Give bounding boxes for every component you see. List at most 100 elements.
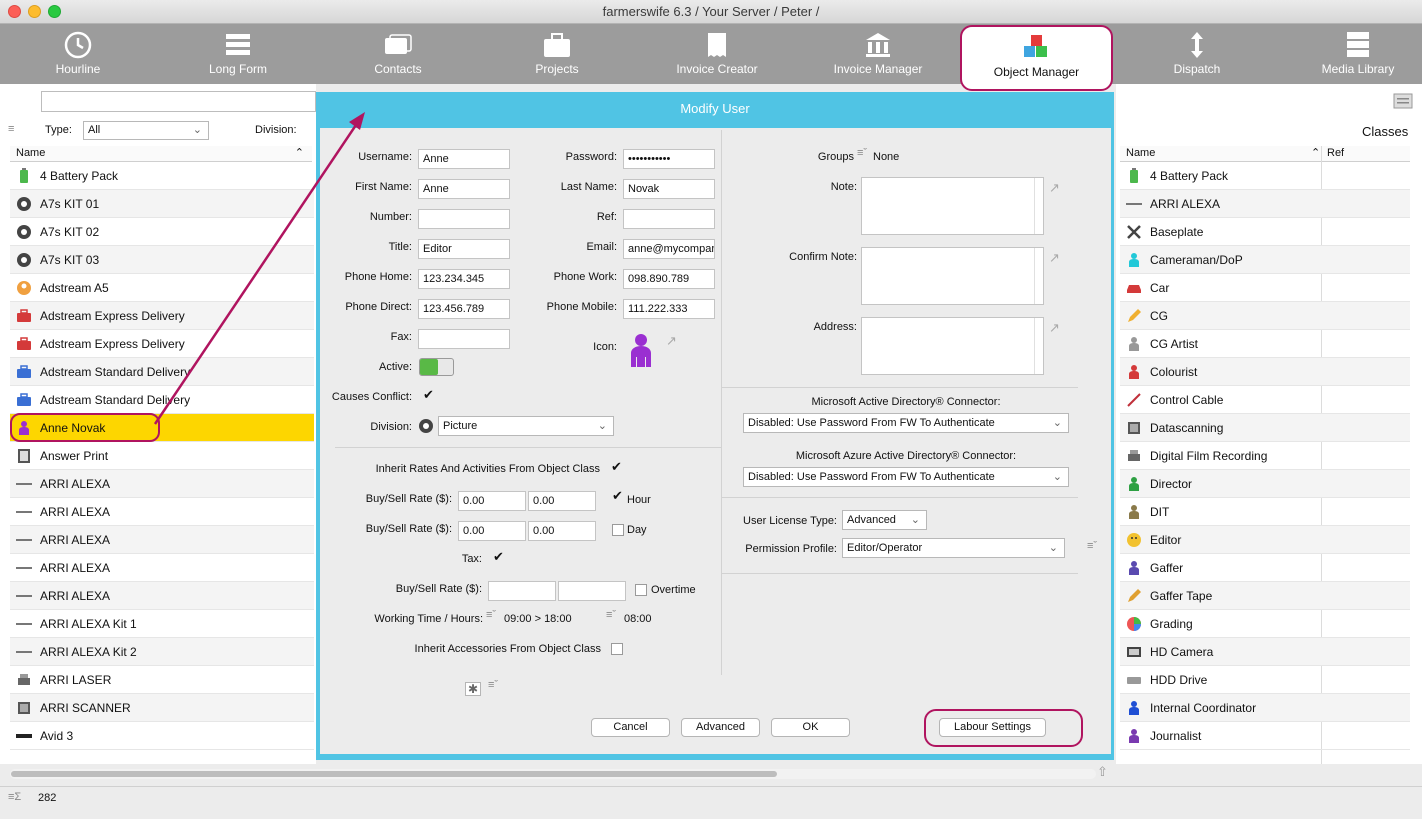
ref-field[interactable] <box>623 209 715 229</box>
list-item[interactable]: ARRI LASER <box>10 666 314 694</box>
toolbar-invoice-manager[interactable]: Invoice Manager <box>803 24 953 84</box>
scrollbar-thumb[interactable] <box>11 771 777 777</box>
list-options-icon[interactable]: ≡ <box>8 123 14 135</box>
confirm-note-textarea[interactable] <box>861 247 1044 305</box>
phone-mobile-field[interactable]: 111.222.333 <box>623 299 715 319</box>
class-item[interactable]: Director <box>1120 470 1410 498</box>
class-item[interactable]: Digital Film Recording <box>1120 442 1410 470</box>
classes-column-header[interactable]: Name ⌃ Ref <box>1120 146 1410 162</box>
list-item[interactable]: ARRI ALEXA Kit 1 <box>10 610 314 638</box>
list-settings-icon[interactable] <box>1393 93 1413 109</box>
class-item[interactable]: Cameraman/DoP <box>1120 246 1410 274</box>
last-name-field[interactable]: Novak <box>623 179 715 199</box>
class-item[interactable]: Editor <box>1120 526 1410 554</box>
class-item[interactable]: HDD Drive <box>1120 666 1410 694</box>
list-item[interactable]: Adstream A5 <box>10 274 314 302</box>
causes-conflict-checkbox[interactable]: ✔ <box>423 388 436 402</box>
list-item[interactable]: Adstream Express Delivery <box>10 302 314 330</box>
class-item[interactable]: CG <box>1120 302 1410 330</box>
maximize-window-button[interactable] <box>48 5 61 18</box>
hour-sell-rate-field[interactable]: 0.00 <box>528 491 596 511</box>
division-select[interactable]: Picture ⌄ <box>438 416 614 436</box>
type-select[interactable]: All ⌄ <box>83 121 209 140</box>
asterisk-icon[interactable]: ✱ <box>465 682 481 696</box>
class-item[interactable]: DIT <box>1120 498 1410 526</box>
tax-checkbox[interactable]: ✔ <box>493 550 506 564</box>
sum-icon[interactable]: ≡Σ <box>8 791 21 803</box>
username-field[interactable]: Anne <box>418 149 510 169</box>
external-link-icon[interactable]: ↗ <box>666 333 677 349</box>
ok-button[interactable]: OK <box>771 718 850 737</box>
day-checkbox[interactable] <box>612 524 624 536</box>
number-field[interactable] <box>418 209 510 229</box>
class-item[interactable]: CG Artist <box>1120 330 1410 358</box>
toolbar-invoice-creator[interactable]: Invoice Creator <box>642 24 792 84</box>
class-item[interactable]: Internal Coordinator <box>1120 694 1410 722</box>
overtime-checkbox[interactable] <box>635 584 647 596</box>
list-item[interactable]: ARRI SCANNER <box>10 694 314 722</box>
day-sell-rate-field[interactable]: 0.00 <box>528 521 596 541</box>
password-field[interactable]: ••••••••••• <box>623 149 715 169</box>
list-item[interactable]: ARRI ALEXA <box>10 526 314 554</box>
list-item[interactable]: Avid 3 <box>10 722 314 750</box>
list-item[interactable]: Adstream Standard Delivery <box>10 358 314 386</box>
list-item[interactable]: A7s KIT 01 <box>10 190 314 218</box>
class-item[interactable]: 4 Battery Pack <box>1120 162 1410 190</box>
overtime-buy-rate-field[interactable] <box>488 581 556 601</box>
search-input[interactable] <box>41 91 316 112</box>
class-item[interactable]: ARRI ALEXA <box>1120 190 1410 218</box>
advanced-button[interactable]: Advanced <box>681 718 760 737</box>
toolbar-object-manager[interactable]: Object Manager <box>960 25 1113 91</box>
day-buy-rate-field[interactable]: 0.00 <box>458 521 526 541</box>
toolbar-dispatch[interactable]: Dispatch <box>1122 24 1272 84</box>
title-field[interactable]: Editor <box>418 239 510 259</box>
azure-connector-select[interactable]: Disabled: Use Password From FW To Authen… <box>743 467 1069 487</box>
class-item[interactable]: Car <box>1120 274 1410 302</box>
working-hours-value[interactable]: 08:00 <box>624 613 652 625</box>
overtime-sell-rate-field[interactable] <box>558 581 626 601</box>
class-item[interactable]: Baseplate <box>1120 218 1410 246</box>
ad-connector-select[interactable]: Disabled: Use Password From FW To Authen… <box>743 413 1069 433</box>
phone-work-field[interactable]: 098.890.789 <box>623 269 715 289</box>
list-item[interactable]: ARRI ALEXA <box>10 554 314 582</box>
share-icon[interactable]: ⇧ <box>1097 764 1108 780</box>
list-item[interactable]: ARRI ALEXA <box>10 470 314 498</box>
list-item[interactable]: A7s KIT 03 <box>10 246 314 274</box>
list-item[interactable]: 4 Battery Pack <box>10 162 314 190</box>
list-item[interactable]: A7s KIT 02 <box>10 218 314 246</box>
list-item[interactable]: Adstream Standard Delivery <box>10 386 314 414</box>
hour-checkbox[interactable]: ✔ <box>612 489 625 503</box>
close-window-button[interactable] <box>8 5 21 18</box>
email-field[interactable]: anne@mycompar <box>623 239 715 259</box>
minimize-window-button[interactable] <box>28 5 41 18</box>
list-item[interactable]: Answer Print <box>10 442 314 470</box>
phone-direct-field[interactable]: 123.456.789 <box>418 299 510 319</box>
toolbar-projects[interactable]: Projects <box>482 24 632 84</box>
options-icon[interactable]: ≡ˇ <box>606 609 616 621</box>
class-item[interactable]: Control Cable <box>1120 386 1410 414</box>
options-icon[interactable]: ≡ˇ <box>486 609 496 621</box>
options-icon[interactable]: ≡ˇ <box>1087 540 1097 552</box>
phone-home-field[interactable]: 123.234.345 <box>418 269 510 289</box>
permission-profile-select[interactable]: Editor/Operator ⌄ <box>842 538 1065 558</box>
options-icon[interactable]: ≡ˇ <box>857 147 867 159</box>
class-item[interactable]: HD Camera <box>1120 638 1410 666</box>
class-item[interactable]: Grading <box>1120 610 1410 638</box>
working-time-value[interactable]: 09:00 > 18:00 <box>504 613 572 625</box>
license-type-select[interactable]: Advanced ⌄ <box>842 510 927 530</box>
user-avatar-icon[interactable] <box>627 333 655 367</box>
options-icon[interactable]: ≡ˇ <box>488 679 498 691</box>
address-textarea[interactable] <box>861 317 1044 375</box>
expand-icon[interactable]: ↗ <box>1049 250 1060 266</box>
class-item[interactable]: Colourist <box>1120 358 1410 386</box>
class-item[interactable]: Journalist <box>1120 722 1410 750</box>
class-item[interactable]: Gaffer <box>1120 554 1410 582</box>
inherit-accessories-checkbox[interactable] <box>611 643 623 655</box>
name-column-header[interactable]: Name ⌃ <box>10 146 312 162</box>
hour-buy-rate-field[interactable]: 0.00 <box>458 491 526 511</box>
note-textarea[interactable] <box>861 177 1044 235</box>
expand-icon[interactable]: ↗ <box>1049 180 1060 196</box>
cancel-button[interactable]: Cancel <box>591 718 670 737</box>
list-item[interactable]: ARRI ALEXA <box>10 498 314 526</box>
fax-field[interactable] <box>418 329 510 349</box>
